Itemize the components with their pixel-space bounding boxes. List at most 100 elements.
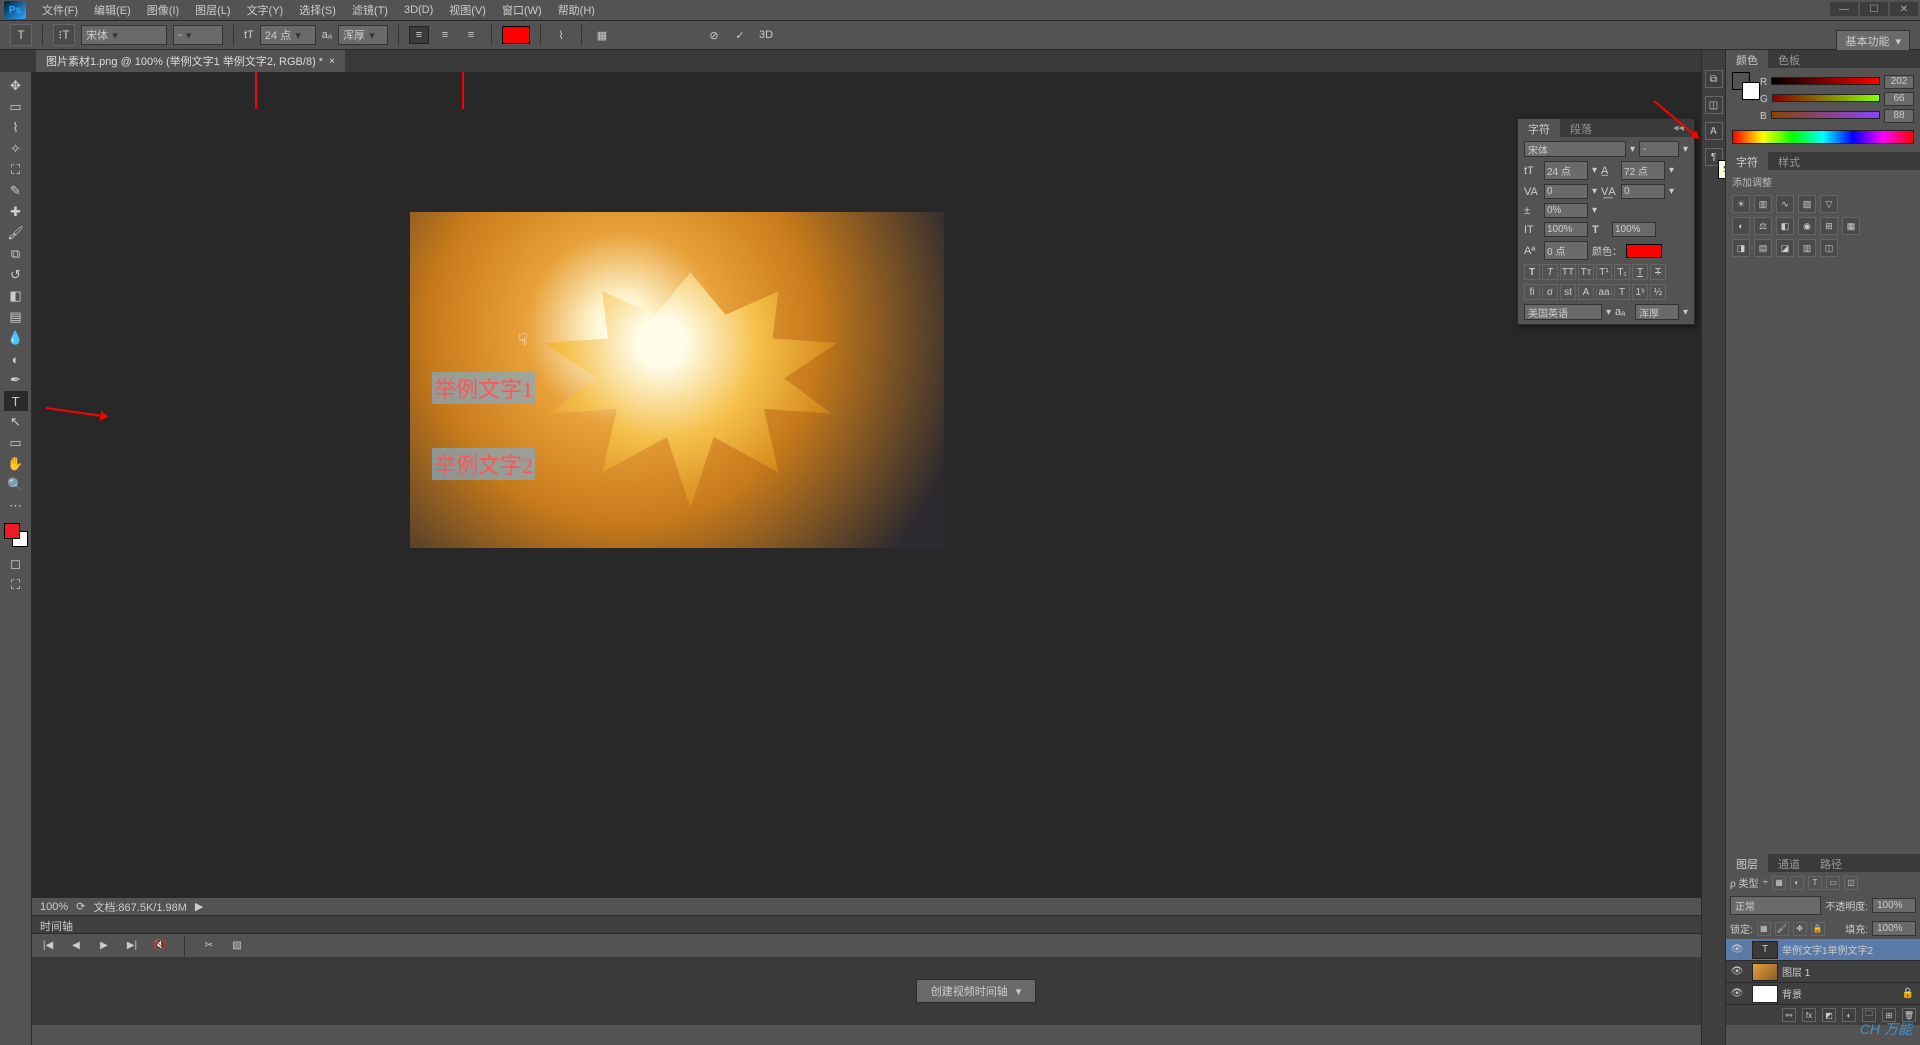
timeline-first-frame[interactable]: |◀ [40, 938, 56, 954]
text-layer-sample-1[interactable]: 举例文字1 [432, 372, 535, 404]
opacity-value[interactable]: 100% [1872, 898, 1916, 913]
visibility-toggle[interactable]: 👁 [1726, 966, 1748, 977]
menu-view[interactable]: 视图(V) [441, 0, 494, 20]
char-font-family[interactable]: 宋体 [1524, 141, 1626, 157]
menu-image[interactable]: 图像(I) [139, 0, 187, 20]
char-kerning[interactable]: 0 [1544, 184, 1588, 199]
visibility-toggle[interactable]: 👁 [1726, 988, 1748, 999]
font-size-dropdown[interactable]: 24 点▾ [260, 25, 316, 45]
gradient-tool[interactable]: ▤ [4, 307, 28, 327]
create-video-timeline-button[interactable]: 创建视频时间轴▾ [916, 979, 1037, 1003]
commit-edits-button[interactable]: ✓ [730, 26, 750, 44]
align-center-button[interactable]: ≡ [435, 26, 455, 44]
tab-paragraph[interactable]: 段落 [1560, 119, 1602, 137]
tab-swatches[interactable]: 色板 [1768, 50, 1810, 68]
screenmode-toggle[interactable]: ⛶ [4, 575, 28, 595]
layer-fx-button[interactable]: fx [1802, 1008, 1816, 1022]
faux-bold[interactable]: T [1524, 264, 1540, 280]
history-brush-tool[interactable]: ↺ [4, 265, 28, 285]
superscript[interactable]: T¹ [1596, 264, 1612, 280]
healing-brush-tool[interactable]: ✚ [4, 202, 28, 222]
tab-styles[interactable]: 样式 [1768, 152, 1810, 170]
char-leading[interactable]: 72 点 [1621, 161, 1665, 180]
ot-1st[interactable]: 1ˢ [1632, 284, 1648, 300]
adj-brightness-icon[interactable]: ☀ [1732, 195, 1750, 213]
workspace-switcher[interactable]: 基本功能▾ [1836, 30, 1910, 52]
tab-color[interactable]: 颜色 [1726, 50, 1768, 68]
layer-row[interactable]: 👁 图层 1 [1726, 961, 1920, 983]
faux-italic[interactable]: T [1542, 264, 1558, 280]
tab-char-style[interactable]: 字符 [1726, 152, 1768, 170]
document-tab[interactable]: 图片素材1.png @ 100% (举例文字1 举例文字2, RGB/8) * … [36, 50, 345, 72]
char-scale-h[interactable]: 100% [1612, 222, 1656, 237]
layer-name[interactable]: 背景 [1782, 986, 1802, 1001]
tab-paths[interactable]: 路径 [1810, 854, 1852, 872]
menu-file[interactable]: 文件(F) [34, 0, 86, 20]
tab-layers[interactable]: 图层 [1726, 854, 1768, 872]
adj-posterize-icon[interactable]: ▤ [1754, 239, 1772, 257]
filter-shape-icon[interactable]: ▭ [1826, 876, 1840, 890]
minimize-button[interactable]: — [1830, 2, 1858, 16]
char-shift[interactable]: 0% [1544, 203, 1588, 218]
tab-close-button[interactable]: × [329, 56, 335, 67]
g-value[interactable]: 66 [1884, 92, 1914, 106]
adj-vibrance-icon[interactable]: ▽ [1820, 195, 1838, 213]
menu-layer[interactable]: 图层(L) [187, 0, 238, 20]
layer-name[interactable]: 举例文字1举例文字2 [1782, 942, 1873, 957]
layer-mask-button[interactable]: ◩ [1822, 1008, 1836, 1022]
filter-adjust-icon[interactable]: ◐ [1790, 876, 1804, 890]
text-orientation-toggle[interactable]: ⁝T [53, 24, 75, 46]
g-slider[interactable] [1772, 94, 1880, 104]
filter-text-icon[interactable]: T [1808, 876, 1822, 890]
align-left-button[interactable]: ≡ [409, 26, 429, 44]
menu-edit[interactable]: 编辑(E) [86, 0, 139, 20]
zoom-tool[interactable]: 🔍 [4, 475, 28, 495]
r-value[interactable]: 202 [1884, 75, 1914, 89]
bg-swatch[interactable] [1742, 82, 1760, 100]
all-caps[interactable]: TT [1560, 264, 1576, 280]
timeline-split[interactable]: ✂ [201, 938, 217, 954]
lock-pixels[interactable]: 🖌 [1775, 922, 1789, 936]
mini-character-icon[interactable]: A [1705, 122, 1723, 140]
adj-curves-icon[interactable]: ∿ [1776, 195, 1794, 213]
shape-tool[interactable]: ▭ [4, 433, 28, 453]
text-color-swatch[interactable] [502, 26, 530, 44]
blur-tool[interactable]: 💧 [4, 328, 28, 348]
dodge-tool[interactable]: ◐ [4, 349, 28, 369]
char-font-style[interactable]: - [1639, 141, 1679, 157]
maximize-button[interactable]: ☐ [1860, 2, 1888, 16]
adj-bw-icon[interactable]: ◧ [1776, 217, 1794, 235]
timeline-audio[interactable]: 🔇 [152, 938, 168, 954]
menu-type[interactable]: 文字(Y) [239, 0, 292, 20]
adj-lookup-icon[interactable]: ▦ [1842, 217, 1860, 235]
type-tool[interactable]: T [4, 391, 28, 411]
clone-stamp-tool[interactable]: ⧉ [4, 244, 28, 264]
timeline-panel-header[interactable]: 时间轴 [32, 915, 1920, 933]
3d-text-button[interactable]: 3D [756, 26, 776, 44]
r-slider[interactable] [1771, 77, 1880, 87]
text-layer-sample-2[interactable]: 举例文字2 [432, 448, 535, 480]
adj-hue-icon[interactable]: ◐ [1732, 217, 1750, 235]
magic-wand-tool[interactable]: ✧ [4, 139, 28, 159]
eraser-tool[interactable]: ◧ [4, 286, 28, 306]
lock-transparency[interactable]: ▦ [1757, 922, 1771, 936]
quickmask-toggle[interactable]: ◻ [4, 554, 28, 574]
toggle-panels-button[interactable]: ▦ [592, 26, 612, 44]
ot-st[interactable]: st [1560, 284, 1576, 300]
adj-balance-icon[interactable]: ⚖ [1754, 217, 1772, 235]
document-canvas[interactable]: 举例文字1 举例文字2 [410, 212, 944, 548]
small-caps[interactable]: Tᴛ [1578, 264, 1594, 280]
mini-history-icon[interactable]: ⧉ [1705, 70, 1723, 88]
align-right-button[interactable]: ≡ [461, 26, 481, 44]
eyedropper-tool[interactable]: ✎ [4, 181, 28, 201]
zoom-level[interactable]: 100% [40, 901, 68, 913]
filter-pixel-icon[interactable]: ▦ [1772, 876, 1786, 890]
adj-photo-filter-icon[interactable]: ◉ [1798, 217, 1816, 235]
lock-all[interactable]: 🔒 [1811, 922, 1825, 936]
adj-exposure-icon[interactable]: ▨ [1798, 195, 1816, 213]
timeline-play[interactable]: ▶ [96, 938, 112, 954]
char-antialias[interactable]: 浑厚 [1635, 304, 1679, 320]
char-language[interactable]: 美国英语 [1524, 304, 1602, 320]
font-family-dropdown[interactable]: 宋体▾ [81, 25, 167, 45]
new-adjustment-button[interactable]: ◐ [1842, 1008, 1856, 1022]
